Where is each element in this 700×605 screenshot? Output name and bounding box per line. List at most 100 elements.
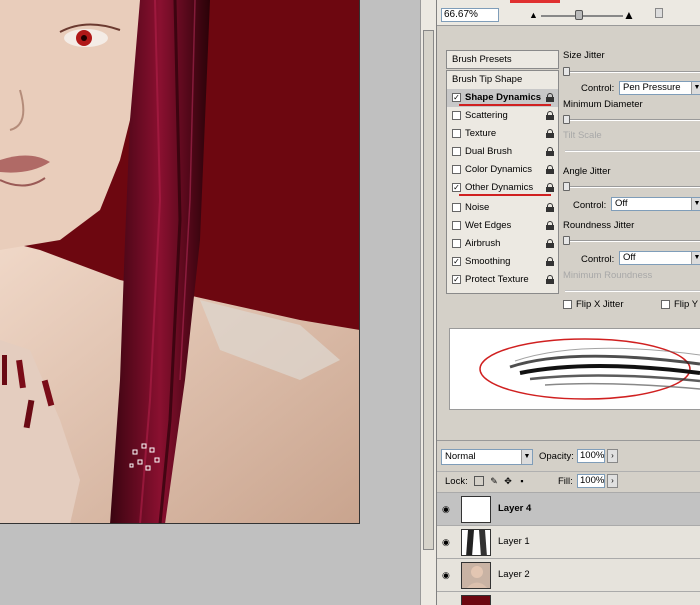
chevron-down-icon[interactable]: ▼	[691, 252, 700, 264]
eye-icon[interactable]: ◉	[442, 537, 452, 547]
tilt-scale-slider	[565, 150, 700, 152]
navigator-panel: 66.67% ▲ ▲	[437, 0, 700, 26]
lock-icon[interactable]	[546, 203, 554, 212]
option-protect-texture[interactable]: ✓ Protect Texture	[447, 271, 558, 289]
blend-mode-select[interactable]: Normal ▼	[441, 449, 533, 465]
protect-texture-checkbox[interactable]: ✓	[452, 275, 461, 284]
lock-icon[interactable]	[546, 147, 554, 156]
lock-transparency-icon[interactable]	[474, 476, 484, 486]
layers-panel: Normal ▼ Opacity: 100% › Lock: ✎ ✥ ▪ Fil…	[437, 440, 700, 605]
layer-name: Layer 2	[498, 569, 530, 580]
lock-icon[interactable]	[546, 275, 554, 284]
scattering-checkbox[interactable]	[452, 111, 461, 120]
option-scattering[interactable]: Scattering	[447, 107, 558, 125]
shape-dynamics-checkbox[interactable]: ✓	[452, 93, 461, 102]
roundness-jitter-slider[interactable]	[565, 240, 700, 242]
lock-position-icon[interactable]: ✥	[503, 476, 513, 486]
lock-pixels-icon[interactable]: ✎	[489, 476, 499, 486]
lock-icon[interactable]	[546, 165, 554, 174]
option-texture[interactable]: Texture	[447, 125, 558, 143]
tilt-scale-label: Tilt Scale	[563, 130, 602, 141]
zoom-slider-thumb[interactable]	[575, 10, 583, 20]
portrait-artwork	[0, 0, 359, 523]
lock-icon[interactable]	[546, 93, 554, 102]
navigator-view-box[interactable]	[510, 0, 560, 3]
other-dynamics-checkbox[interactable]: ✓	[452, 183, 461, 192]
flip-x-checkbox[interactable]	[563, 300, 572, 309]
document-workspace[interactable]	[0, 0, 420, 605]
flip-y-label: Flip Y Jitter	[674, 299, 700, 310]
vertical-scrollbar[interactable]	[420, 0, 436, 605]
layer-row-background[interactable]	[437, 591, 700, 605]
brush-tip-shape-button[interactable]: Brush Tip Shape	[446, 70, 559, 89]
layer-row-layer-2[interactable]: ◉ Layer 2	[437, 558, 700, 591]
brushes-panel: Brush Presets Brush Tip Shape ✓ Shape Dy…	[441, 40, 700, 320]
texture-checkbox[interactable]	[452, 129, 461, 138]
angle-jitter-slider[interactable]	[565, 186, 700, 188]
roundness-control-select[interactable]: Off ▼	[619, 251, 700, 265]
size-control-select[interactable]: Pen Pressure ▼	[619, 81, 700, 95]
option-dual-brush[interactable]: Dual Brush	[447, 143, 558, 161]
layer-row-layer-4[interactable]: ◉ Layer 4	[437, 492, 700, 525]
flip-x-label: Flip X Jitter	[576, 299, 624, 310]
fill-input[interactable]: 100%	[577, 474, 605, 488]
lock-icon[interactable]	[546, 111, 554, 120]
panel-grip-icon[interactable]	[655, 8, 663, 18]
zoom-in-icon[interactable]: ▲	[623, 8, 635, 22]
lock-icon[interactable]	[546, 257, 554, 266]
lock-icon[interactable]	[546, 221, 554, 230]
scrollbar-thumb[interactable]	[423, 30, 434, 550]
eye-icon[interactable]: ◉	[442, 570, 452, 580]
wet-edges-checkbox[interactable]	[452, 221, 461, 230]
chevron-down-icon[interactable]: ▼	[691, 82, 700, 94]
brush-options-list: ✓ Shape Dynamics Scattering Texture Dual…	[446, 89, 559, 294]
minimum-diameter-slider[interactable]	[565, 119, 700, 121]
zoom-out-icon[interactable]: ▲	[529, 10, 538, 20]
lock-all-icon[interactable]: ▪	[517, 476, 527, 486]
option-label: Wet Edges	[465, 220, 512, 231]
lock-icon[interactable]	[546, 183, 554, 192]
option-label: Texture	[465, 128, 497, 139]
option-label: Smoothing	[465, 256, 511, 267]
noise-checkbox[interactable]	[452, 203, 461, 212]
annotation-underline	[459, 104, 551, 106]
roundness-jitter-thumb[interactable]	[563, 236, 570, 245]
size-jitter-slider[interactable]	[565, 71, 700, 73]
option-wet-edges[interactable]: Wet Edges	[447, 217, 558, 235]
option-label: Color Dynamics	[465, 164, 533, 175]
option-color-dynamics[interactable]: Color Dynamics	[447, 161, 558, 179]
option-shape-dynamics[interactable]: ✓ Shape Dynamics	[447, 89, 558, 107]
layer-row-layer-1[interactable]: ◉ Layer 1	[437, 525, 700, 558]
option-label: Noise	[465, 202, 490, 213]
control-label: Control:	[581, 83, 615, 94]
option-noise[interactable]: Noise	[447, 199, 558, 217]
canvas-artwork[interactable]	[0, 0, 360, 524]
angle-jitter-thumb[interactable]	[563, 182, 570, 191]
zoom-input[interactable]: 66.67%	[441, 8, 499, 22]
blend-mode-value: Normal	[445, 451, 476, 462]
eye-icon[interactable]: ◉	[442, 504, 452, 514]
chevron-right-icon[interactable]: ›	[607, 474, 618, 488]
option-label: Protect Texture	[465, 274, 529, 285]
layer-name: Layer 1	[498, 536, 530, 547]
minimum-diameter-thumb[interactable]	[563, 115, 570, 124]
control-label: Control:	[573, 200, 607, 211]
chevron-right-icon[interactable]: ›	[607, 449, 618, 463]
color-dynamics-checkbox[interactable]	[452, 165, 461, 174]
angle-control-select[interactable]: Off ▼	[611, 197, 700, 211]
chevron-down-icon[interactable]: ▼	[691, 198, 700, 210]
size-jitter-thumb[interactable]	[563, 67, 570, 76]
lock-icon[interactable]	[546, 239, 554, 248]
chevron-down-icon[interactable]: ▼	[521, 450, 532, 464]
option-other-dynamics[interactable]: ✓ Other Dynamics	[447, 179, 558, 197]
airbrush-checkbox[interactable]	[452, 239, 461, 248]
option-smoothing[interactable]: ✓ Smoothing	[447, 253, 558, 271]
smoothing-checkbox[interactable]: ✓	[452, 257, 461, 266]
opacity-input[interactable]: 100%	[577, 449, 605, 463]
option-airbrush[interactable]: Airbrush	[447, 235, 558, 253]
dual-brush-checkbox[interactable]	[452, 147, 461, 156]
lock-icon[interactable]	[546, 129, 554, 138]
control-label: Control:	[581, 254, 615, 265]
brush-presets-button[interactable]: Brush Presets	[446, 50, 559, 69]
flip-y-checkbox[interactable]	[661, 300, 670, 309]
